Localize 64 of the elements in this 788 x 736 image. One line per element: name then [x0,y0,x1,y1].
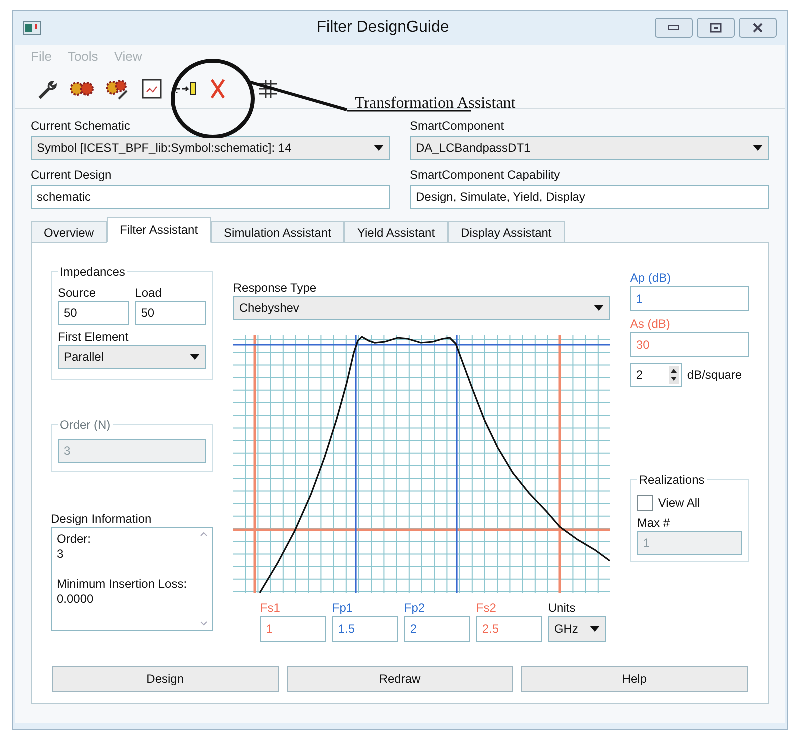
grid-lines-icon[interactable] [257,78,279,100]
caret-icon [374,145,384,151]
close-icon [752,23,764,33]
field-label: Current Schematic [31,119,132,134]
input-field[interactable]: Design, Simulate, Yield, Display [410,185,769,209]
field-label: Units [548,601,577,616]
minimize-button[interactable] [655,18,693,38]
spin-box[interactable]: 2 [630,363,682,387]
input-field[interactable]: 1.5 [332,616,398,642]
field-label: Design Information [51,512,153,527]
field-label: SmartComponent [410,119,506,134]
field-label: Current Design [31,168,113,183]
close-button[interactable] [739,18,777,38]
field-label: As (dB) [630,317,672,332]
tab[interactable]: Overview [31,221,108,243]
checkbox-label: View All [658,495,700,512]
input-field[interactable]: 2 [404,616,470,642]
caret-icon [590,626,600,632]
dropdown[interactable]: Parallel [58,345,206,369]
info-value: 0.0000 [57,592,95,607]
annotation-label: Transformation Assistant [355,94,516,114]
action-button[interactable]: Redraw [286,666,514,692]
maximize-button[interactable] [697,18,735,38]
action-button[interactable]: Design [52,666,279,692]
spin-arrows-icon[interactable] [669,366,680,384]
tab[interactable]: Simulation Assistant [211,221,344,243]
maximize-icon [710,23,722,33]
info-label: Minimum Insertion Loss: [57,577,188,592]
caret-icon [594,305,604,311]
tab[interactable]: Yield Assistant [344,221,448,243]
input-field[interactable]: 50 [58,301,130,325]
chart-frame-icon[interactable] [141,78,163,100]
info-value: 3 [57,547,65,562]
field-label: Fs2 [476,601,496,616]
input-field[interactable]: 1 [630,286,749,311]
field-label: First Element [58,330,130,345]
cross-icon[interactable] [209,78,227,100]
caret-icon [190,354,200,360]
dropdown[interactable]: Chebyshev [233,296,610,320]
field-label: Fp1 [332,601,354,616]
dropdown[interactable]: DA_LCBandpassDT1 [410,136,769,160]
info-label: Order: [57,532,92,547]
action-button[interactable]: Help [521,666,748,692]
tab[interactable]: Filter Assistant [107,217,212,243]
input-field[interactable]: 50 [135,301,206,325]
field-label: Response Type [233,281,318,296]
field-label: Fs1 [260,601,280,616]
minimize-icon [668,25,680,31]
field-label: Source [58,286,98,301]
app-icon [23,21,41,35]
checkbox[interactable] [637,495,654,511]
text-area[interactable]: Order: 3 Minimum Insertion Loss: 0.0000 [51,527,214,631]
dropdown[interactable]: GHz [548,616,606,642]
caret-icon [753,145,763,151]
dropdown[interactable]: Symbol [ICEST_BPF_lib:Symbol:schematic]: 14 [31,136,390,160]
field-label: Load [135,286,163,301]
window-title: Filter DesignGuide [316,18,450,38]
unit-label: dB/square [687,367,742,384]
field-label: SmartComponent Capability [410,168,562,183]
tab[interactable]: Display Assistant [448,221,565,243]
field-label: Ap (dB) [630,271,672,286]
field-label: Fp2 [404,601,426,616]
input-field[interactable]: schematic [31,185,390,209]
field-label: Max # [637,516,672,531]
